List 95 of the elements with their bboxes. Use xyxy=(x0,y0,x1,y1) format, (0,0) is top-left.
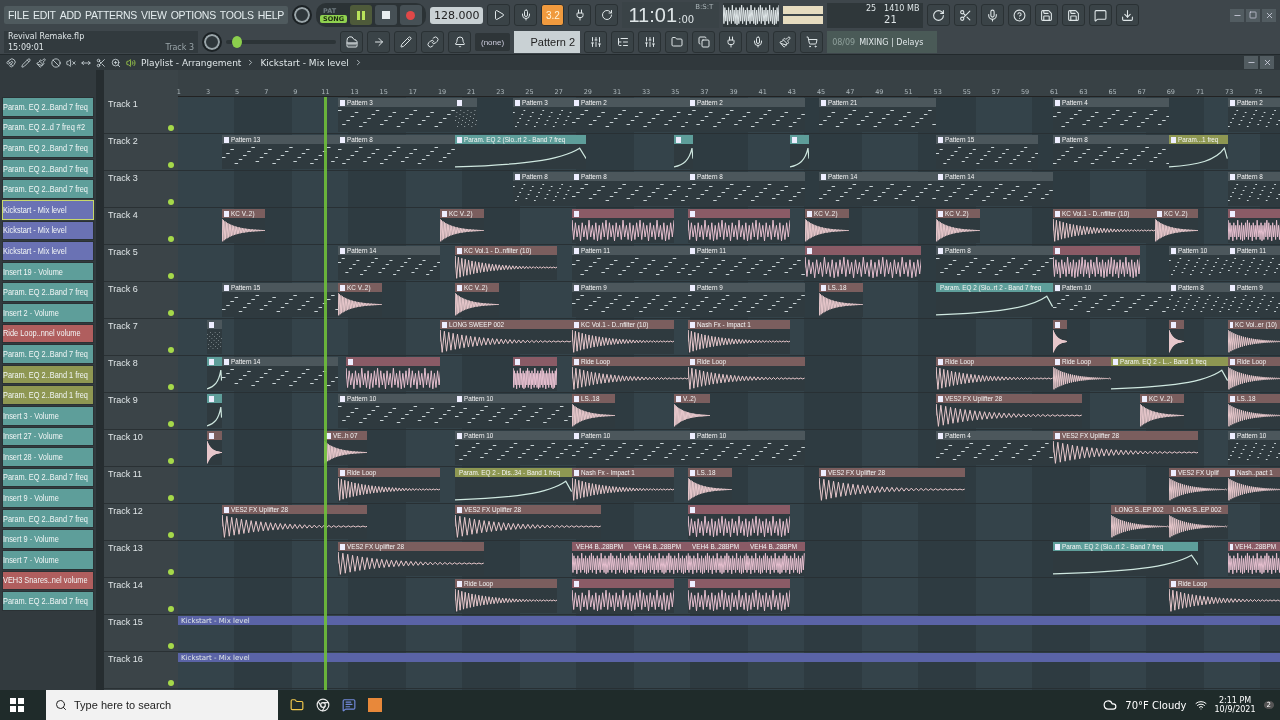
weather-text: 70°F Cloudy xyxy=(1125,699,1187,711)
clip-source-item[interactable]: Insert 9 - Volume xyxy=(2,529,94,550)
clip-source-label: Insert 3 - Volume xyxy=(3,410,59,421)
hint-text: MIXING | Delays xyxy=(859,37,924,47)
clip-source-label: Param. EQ 2..Band 7 freq xyxy=(3,513,88,524)
clock-time-text: 2:11 PM xyxy=(1218,696,1252,705)
track-name: Track 4 xyxy=(108,210,139,220)
selected-track-name: Track 3 xyxy=(165,43,194,52)
clip-source-item[interactable]: Param. EQ 2..Band 7 freq xyxy=(2,508,94,529)
clip-source-label: VEH3 Snares..nel volume xyxy=(3,575,88,586)
clock-date-text: 10/9/2021 xyxy=(1214,705,1256,714)
clip-source-label: Param. EQ 2..Band 7 freq xyxy=(3,348,88,359)
menu-item[interactable]: OPTIONS xyxy=(170,9,216,21)
clip-source-item[interactable]: Param. EQ 2..Band 1 freq xyxy=(2,364,94,385)
clip-source-label: Param. EQ 2..Band 1 freq xyxy=(3,369,88,380)
pattern-selector[interactable]: Pattern 2 xyxy=(514,31,581,53)
tempo-display[interactable]: 128.000 xyxy=(429,6,484,24)
clock-time: 11:01 xyxy=(628,4,678,27)
clip-source-item[interactable]: Ride Loop..nnel volume xyxy=(2,323,94,344)
track-name: Track 16 xyxy=(108,654,144,664)
clip-source-item[interactable]: Kickstart - Mix level xyxy=(2,241,94,261)
clip-source-item[interactable]: Param. EQ 2..Band 7 freq xyxy=(2,591,94,611)
channel-selector[interactable]: (none) xyxy=(475,33,511,51)
clip-source-item[interactable]: Param. EQ 2..Band 1 freq xyxy=(2,385,94,405)
clip-source-item[interactable]: Kickstart - Mix level xyxy=(2,220,94,241)
clip-source-label: Param. EQ 2..Band 7 freq xyxy=(3,143,88,153)
polyphony-count: 21 xyxy=(884,14,898,27)
clip-source-label: Kickstart - Mix level xyxy=(3,225,67,236)
clip-source-item[interactable]: Insert 19 - Volume xyxy=(2,261,94,282)
track-name: Track 3 xyxy=(108,173,139,183)
clip-source-label: Kickstart - Mix level xyxy=(3,245,67,256)
clip-source-item[interactable]: Param. EQ 2..Band 7 freq xyxy=(2,467,94,488)
track-name: Track 11 xyxy=(108,469,143,479)
memory-usage: 1410 MB xyxy=(884,3,920,14)
clip-source-label: Insert 28 - Volume xyxy=(3,451,63,462)
menu-item[interactable]: EDIT xyxy=(33,9,56,21)
clip-source-item[interactable]: Insert 7 - Volume xyxy=(2,550,94,570)
clock-ticks: :00 xyxy=(678,14,695,27)
project-duration: 15:09:01 xyxy=(8,43,45,52)
clip-source-item[interactable]: Param. EQ 2..Band 7 freq xyxy=(2,282,94,302)
clip-source-item[interactable]: Insert 2 - Volume xyxy=(2,302,94,323)
track-name: Track 15 xyxy=(108,617,144,627)
clip-source-label: Param. EQ 2..Band 7 freq xyxy=(3,184,88,195)
clip-source-item[interactable]: Param. EQ 2..Band 7 freq xyxy=(2,158,94,179)
clip-source-item[interactable]: Kickstart - Mix level xyxy=(2,199,94,220)
clip-source-label: Insert 27 - Volume xyxy=(3,431,63,442)
clip-source-item[interactable]: Param. EQ 2..Band 7 freq xyxy=(2,97,94,117)
breadcrumb-link[interactable]: Playlist - Arrangement xyxy=(141,57,242,68)
clip-source-item[interactable]: Param. EQ 2..Band 7 freq xyxy=(2,344,94,364)
clip-source-item[interactable]: Insert 3 - Volume xyxy=(2,405,94,426)
menu-item[interactable]: ADD xyxy=(59,9,81,21)
track-name: Track 12 xyxy=(108,506,144,516)
track-name: Track 14 xyxy=(108,580,144,590)
clip-source-label: Param. EQ 2..d 7 freq #2 xyxy=(3,122,86,133)
clip-source-item[interactable]: Param. EQ 2..Band 7 freq xyxy=(2,138,94,158)
menu-item[interactable]: HELP xyxy=(257,9,284,21)
system-clock[interactable]: 2:11 PM 10/9/2021 xyxy=(1214,696,1256,714)
clip-source-label: Param. EQ 2..Band 7 freq xyxy=(3,101,88,112)
clip-source-label: Insert 9 - Volume xyxy=(3,493,59,504)
clip-source-label: Param. EQ 2..Band 1 freq xyxy=(3,390,88,401)
track-name: Track 7 xyxy=(108,321,139,331)
clip-source-label: Param. EQ 2..Band 7 freq xyxy=(3,163,88,174)
track-name: Track 13 xyxy=(108,543,144,553)
clip-source-item[interactable]: Insert 27 - Volume xyxy=(2,426,94,447)
clip-source-item[interactable]: VEH3 Snares..nel volume xyxy=(2,570,94,591)
track-name: Track 9 xyxy=(108,395,139,405)
clip-source-label: Param. EQ 2..Band 7 freq xyxy=(3,287,88,298)
hint-counter: 08/09 xyxy=(832,37,856,47)
voices-count: 25 xyxy=(865,3,877,14)
hint-panel[interactable]: 08/09 MIXING | Delays xyxy=(827,31,938,53)
clip-source-label: Param. EQ 2..Band 7 freq xyxy=(3,472,88,483)
track-name: Track 10 xyxy=(108,432,144,442)
clip-source-label: Ride Loop..nnel volume xyxy=(3,328,81,339)
project-file-name: Revival Remake.flp xyxy=(8,32,86,41)
clip-source-item[interactable]: Insert 9 - Volume xyxy=(2,488,94,508)
taskbar-search-field[interactable]: Type here to search xyxy=(46,690,278,720)
clip-source-item[interactable]: Insert 28 - Volume xyxy=(2,447,94,467)
clip-source-label: Param. EQ 2..Band 7 freq xyxy=(3,596,88,607)
clip-source-item[interactable]: Param. EQ 2..Band 7 freq xyxy=(2,179,94,199)
clip-source-item[interactable]: Param. EQ 2..d 7 freq #2 xyxy=(2,117,94,138)
breadcrumb-link[interactable]: Kickstart - Mix level xyxy=(260,57,349,68)
menu-item[interactable]: TOOLS xyxy=(219,9,254,21)
track-name: Track 1 xyxy=(108,99,139,109)
clip-source-label: Insert 9 - Volume xyxy=(3,534,59,545)
track-name: Track 5 xyxy=(108,247,139,257)
clip-source-label: Insert 2 - Volume xyxy=(3,307,59,318)
clip-source-label: Kickstart - Mix level xyxy=(3,204,67,215)
clip-source-label: Insert 7 - Volume xyxy=(3,554,59,565)
track-name: Track 8 xyxy=(108,358,139,368)
clip-source-label: Insert 19 - Volume xyxy=(3,266,63,277)
track-name: Track 6 xyxy=(108,284,139,294)
menu-item[interactable]: FILE xyxy=(8,9,29,21)
menu-item[interactable]: VIEW xyxy=(141,9,167,21)
track-name: Track 2 xyxy=(108,136,139,146)
menu-item[interactable]: PATTERNS xyxy=(85,9,138,21)
